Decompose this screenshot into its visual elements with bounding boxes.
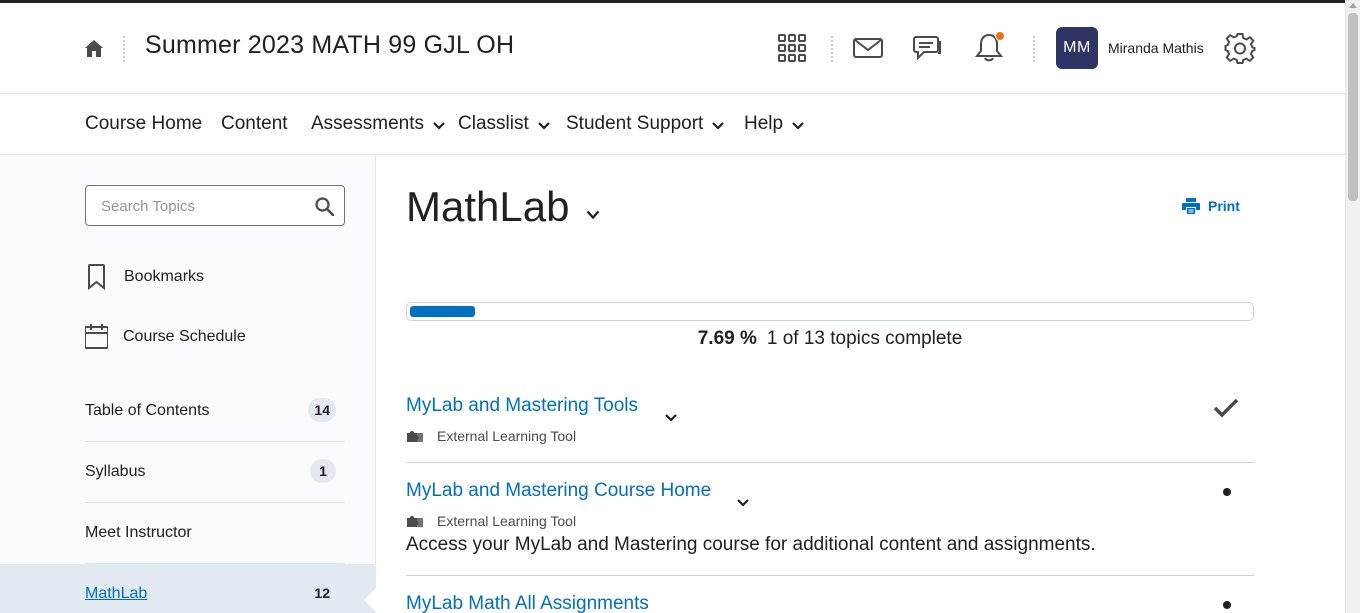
puzzle-icon <box>407 516 423 527</box>
header: Summer 2023 MATH 99 GJL OH MM Miranda Ma… <box>0 3 1345 94</box>
avatar[interactable]: MM <box>1056 27 1098 69</box>
chat-icon[interactable] <box>913 32 943 62</box>
page-title: MathLab <box>406 183 570 230</box>
course-title[interactable]: Summer 2023 MATH 99 GJL OH <box>145 31 514 60</box>
toc-count-badge: 14 <box>308 398 336 422</box>
header-divider <box>123 36 125 62</box>
nav-label: Classlist <box>458 113 529 134</box>
topic-type: External Learning Tool <box>406 428 576 444</box>
toc-item-table-of-contents[interactable]: Table of Contents 14 <box>85 381 345 442</box>
course-schedule-link[interactable]: Course Schedule <box>85 323 246 351</box>
topic-item: MyLab and Mastering Course Home External… <box>406 463 1255 576</box>
chevron-down-icon[interactable] <box>665 414 677 422</box>
toc-label: MathLab <box>85 585 148 602</box>
course-schedule-label: Course Schedule <box>123 328 246 345</box>
chevron-down-icon[interactable] <box>737 499 749 507</box>
toc-label: Table of Contents <box>85 402 210 419</box>
mail-icon[interactable] <box>853 33 883 63</box>
toc-count-badge: 1 <box>310 459 336 483</box>
nav-label: Student Support <box>566 113 704 134</box>
toc-item-syllabus[interactable]: Syllabus 1 <box>85 442 345 503</box>
topic-link[interactable]: MyLab and Mastering Course Home <box>406 480 711 502</box>
incomplete-dot <box>1223 601 1231 609</box>
print-label: Print <box>1208 198 1240 214</box>
chevron-down-icon <box>792 122 804 130</box>
chevron-down-icon[interactable] <box>586 210 600 220</box>
toc-item-meet-instructor[interactable]: Meet Instructor <box>85 503 345 564</box>
topic-item: MyLab Math All Assignments <box>406 576 1255 613</box>
bookmark-icon <box>88 264 105 291</box>
puzzle-icon <box>407 431 423 442</box>
waffle-grid-icon[interactable] <box>777 33 807 63</box>
calendar-icon <box>85 324 108 349</box>
progress-status: 1 of 13 topics complete <box>766 328 963 349</box>
toc-item-mathlab[interactable]: MathLab 12 <box>85 564 345 613</box>
nav-label: Course Home <box>85 113 203 134</box>
course-navbar: Course Home Content Assessments Classlis… <box>0 94 1345 155</box>
progress-fill <box>410 306 475 317</box>
search-input[interactable]: Search Topics <box>85 185 345 226</box>
nav-help[interactable]: Help <box>744 113 804 135</box>
nav-course-home[interactable]: Course Home <box>85 113 202 135</box>
toc-label: Meet Instructor <box>85 524 192 541</box>
topic-link[interactable]: MyLab Math All Assignments <box>406 593 649 613</box>
gear-icon[interactable] <box>1224 32 1256 64</box>
nav-assessments[interactable]: Assessments <box>311 113 445 135</box>
scroll-thumb[interactable] <box>1348 13 1358 201</box>
bookmarks-link[interactable]: Bookmarks <box>85 263 204 291</box>
nav-student-support[interactable]: Student Support <box>566 113 725 135</box>
main-content: MathLab Print 7.69 % 1 of 13 topics compl… <box>376 155 1345 613</box>
home-icon[interactable] <box>84 39 104 59</box>
topic-link[interactable]: MyLab and Mastering Tools <box>406 395 638 417</box>
topic-type-label: External Learning Tool <box>437 513 577 529</box>
user-name[interactable]: Miranda Mathis <box>1108 40 1204 56</box>
progress-summary: 7.69 % 1 of 13 topics complete <box>406 328 1254 350</box>
progress-percent: 7.69 % <box>697 328 757 349</box>
search-icon[interactable] <box>315 197 334 216</box>
toc-count-badge: 12 <box>308 581 336 605</box>
topic-description: Access your MyLab and Mastering course f… <box>406 534 1096 555</box>
nav-classlist[interactable]: Classlist <box>458 113 550 135</box>
page-scrollbar[interactable] <box>1345 0 1360 613</box>
bookmarks-label: Bookmarks <box>124 268 205 285</box>
notification-dot <box>995 31 1005 41</box>
header-divider <box>831 36 833 62</box>
topic-type: External Learning Tool <box>406 513 576 529</box>
content-sidebar: Search Topics Bookmarks Course Schedule … <box>0 155 377 613</box>
checkmark-icon <box>1213 398 1239 418</box>
nav-label: Help <box>744 113 784 134</box>
progress-bar <box>406 302 1254 321</box>
chevron-down-icon <box>433 122 445 130</box>
printer-icon <box>1182 198 1200 214</box>
search-placeholder: Search Topics <box>101 198 195 215</box>
print-button[interactable]: Print <box>1182 197 1240 215</box>
header-divider <box>1033 36 1035 62</box>
nav-label: Assessments <box>311 113 424 134</box>
chevron-down-icon <box>712 122 725 130</box>
incomplete-dot <box>1223 488 1231 496</box>
topic-item: MyLab and Mastering Tools External Learn… <box>406 384 1255 463</box>
scroll-up-arrow[interactable] <box>1349 3 1357 8</box>
nav-label: Content <box>221 113 288 134</box>
topic-type-label: External Learning Tool <box>437 428 577 444</box>
chevron-down-icon <box>537 122 550 130</box>
nav-content[interactable]: Content <box>221 113 288 135</box>
toc-label: Syllabus <box>85 463 146 480</box>
